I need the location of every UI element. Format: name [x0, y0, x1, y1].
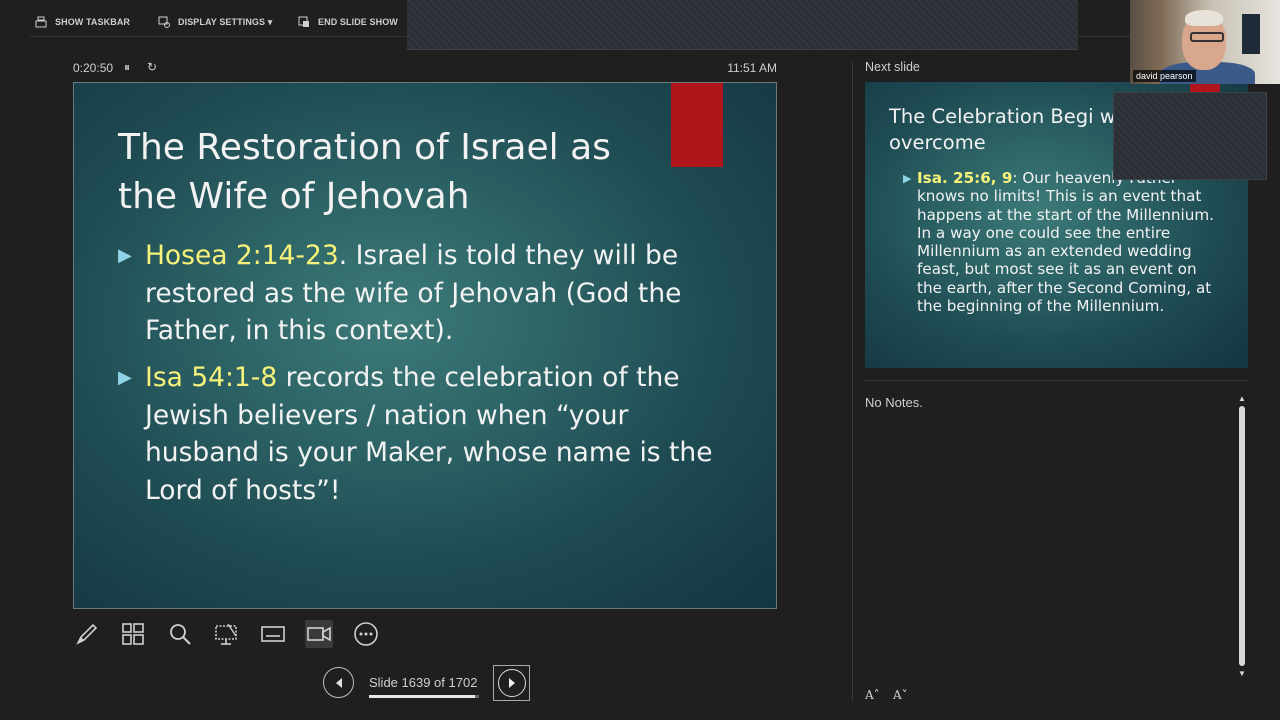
zoom-icon	[170, 624, 191, 645]
bullet-arrow-icon: ▶	[118, 245, 132, 266]
see-all-slides-button[interactable]	[119, 620, 147, 648]
pause-timer-button[interactable]: ⏸	[124, 60, 130, 75]
taskbar-icon	[35, 16, 47, 28]
bullet-reference: Isa. 25:6, 9	[917, 169, 1013, 187]
next-slide-bullet: ▶ Isa. 25:6, 9: Our heavenly Father know…	[903, 169, 1223, 315]
elapsed-timer: 0:20:50	[73, 61, 114, 75]
panel-divider	[852, 61, 853, 701]
scroll-down-icon[interactable]: ▼	[1238, 669, 1246, 678]
display-icon	[158, 16, 170, 28]
restart-timer-button[interactable]: ↻	[147, 60, 157, 74]
subtitles-icon	[261, 626, 285, 642]
bullet-reference: Isa 54:1-8	[145, 362, 278, 393]
zoom-button[interactable]	[166, 620, 194, 648]
decrease-font-button[interactable]: A˅	[893, 688, 908, 702]
camera-icon	[307, 626, 331, 642]
show-taskbar-button[interactable]: SHOW TASKBAR	[35, 14, 130, 30]
bullet-arrow-icon: ▶	[118, 367, 132, 388]
next-slide-label: Next slide	[865, 60, 920, 74]
webcam-video: david pearson	[1130, 0, 1280, 84]
bullet-reference: Hosea 2:14-23	[145, 240, 339, 271]
pen-icon	[76, 623, 98, 645]
increase-font-button[interactable]: A˄	[865, 688, 880, 702]
more-options-button[interactable]	[352, 620, 380, 648]
next-slide-button[interactable]	[493, 665, 530, 701]
subtitles-button[interactable]	[259, 620, 287, 648]
slide-title: The Restoration of Israel as the Wife of…	[118, 127, 611, 217]
black-screen-icon	[215, 623, 237, 645]
screen-share-overlay-small	[1113, 92, 1267, 180]
speaker-hair	[1185, 10, 1223, 26]
bullet-arrow-icon: ▶	[903, 172, 912, 185]
background-picture	[1242, 14, 1260, 54]
scroll-thumb[interactable]	[1239, 406, 1245, 666]
pen-tool-button[interactable]	[73, 620, 101, 648]
more-options-icon	[354, 622, 378, 646]
screen-share-overlay	[407, 0, 1078, 50]
slide-bullet-1: ▶ Hosea 2:14-23. Israel is told they wil…	[118, 237, 738, 350]
camera-toggle-button[interactable]	[305, 620, 333, 648]
notes-divider	[865, 380, 1248, 381]
speaker-glasses	[1190, 32, 1224, 42]
slide-accent-tab	[671, 83, 723, 167]
previous-slide-button[interactable]	[323, 667, 354, 698]
participant-name: david pearson	[1133, 70, 1196, 82]
next-circle	[497, 669, 526, 697]
bullet-text: : Our heavenly Father knows no limits! T…	[917, 169, 1215, 316]
current-time: 11:51 AM	[727, 61, 777, 75]
notes-scrollbar[interactable]: ▲ ▼	[1237, 394, 1247, 679]
scroll-up-icon[interactable]: ▲	[1238, 394, 1246, 403]
black-screen-button[interactable]	[212, 620, 240, 648]
triangle-left-icon	[335, 677, 342, 688]
current-slide: The Restoration of Israel as the Wife of…	[73, 82, 777, 609]
display-settings-label: DISPLAY SETTINGS ▾	[178, 16, 273, 27]
end-slide-show-button[interactable]: END SLIDE SHOW	[298, 14, 398, 30]
slide-progress-fill	[369, 695, 475, 698]
display-settings-button[interactable]: DISPLAY SETTINGS ▾	[158, 14, 272, 30]
slide-bullet-2: ▶ Isa 54:1-8 records the celebration of …	[118, 359, 738, 509]
show-taskbar-label: SHOW TASKBAR	[55, 17, 131, 27]
triangle-right-icon	[508, 678, 515, 688]
see-all-slides-icon	[122, 623, 144, 645]
end-slide-show-label: END SLIDE SHOW	[318, 17, 398, 27]
end-show-icon	[298, 16, 309, 27]
slide-progress-bar	[369, 695, 479, 698]
slide-counter[interactable]: Slide 1639 of 1702	[369, 675, 477, 690]
speaker-notes: No Notes.	[865, 395, 923, 410]
